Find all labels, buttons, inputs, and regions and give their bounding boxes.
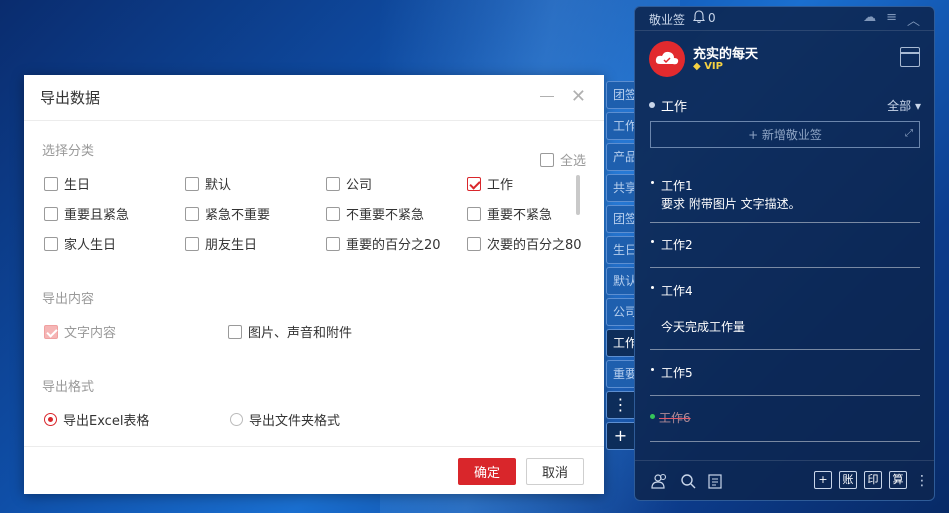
divider: [650, 441, 920, 442]
note-title[interactable]: 工作2: [661, 236, 693, 253]
format-folder-radio[interactable]: 导出文件夹格式: [230, 410, 340, 429]
notification-count: 0: [708, 11, 716, 25]
avatar[interactable]: [649, 41, 685, 77]
more-icon[interactable]: ⋮: [915, 473, 929, 489]
note-body[interactable]: 要求 附带图片 文字描述。: [661, 195, 801, 212]
checked-icon[interactable]: [467, 176, 481, 191]
side-tab-active[interactable]: 工作: [606, 329, 634, 357]
category-checkbox[interactable]: 重要的百分之20: [326, 234, 441, 253]
minimize-icon[interactable]: [540, 96, 554, 97]
calendar-icon[interactable]: [900, 47, 920, 67]
add-tab-button[interactable]: +: [606, 422, 634, 450]
export-dialog: 导出数据 ✕ 选择分类 全选 生日 默认 公司 工作 重要且紧急 紧急不重要 不…: [24, 75, 604, 494]
category-name: 工作: [661, 100, 688, 115]
note-title[interactable]: 工作1: [661, 177, 693, 194]
expand-icon[interactable]: ⤢: [905, 128, 913, 139]
ledger-button[interactable]: 账: [839, 471, 857, 489]
format-excel-radio[interactable]: 导出Excel表格: [44, 410, 149, 429]
bell-icon[interactable]: [692, 10, 706, 27]
side-tab[interactable]: 公司: [606, 298, 634, 326]
note-title[interactable]: 工作4: [661, 282, 693, 299]
panel-toolbar: + 账 印 算 ⋮: [635, 460, 934, 500]
side-tab[interactable]: 共享: [606, 174, 634, 202]
category-scrollbar[interactable]: [576, 175, 580, 215]
categories-label: 选择分类: [42, 144, 95, 159]
bullet-icon: [651, 181, 654, 184]
new-note-button[interactable]: + 新增敬业签 ⤢: [650, 121, 920, 148]
content-label: 导出内容: [42, 292, 95, 307]
notes-list-icon[interactable]: [707, 473, 723, 493]
menu-icon[interactable]: ≡: [886, 10, 897, 29]
cancel-button[interactable]: 取消: [526, 458, 584, 485]
select-all-checkbox[interactable]: 全选: [540, 150, 586, 169]
category-checkbox[interactable]: 紧急不重要: [185, 204, 270, 223]
category-checkbox[interactable]: 工作: [467, 174, 513, 193]
add-note-button[interactable]: +: [814, 471, 832, 489]
category-checkbox[interactable]: 默认: [185, 174, 231, 193]
side-tab[interactable]: 生日: [606, 236, 634, 264]
category-checkbox[interactable]: 重要不紧急: [467, 204, 552, 223]
search-icon[interactable]: [680, 473, 696, 493]
dialog-header: 导出数据 ✕: [24, 75, 604, 121]
diamond-icon: ◆: [693, 61, 701, 72]
app-name: 敬业签: [649, 13, 686, 27]
notes-panel: 敬业签 0 ☁ ≡ ︿ 充实的每天 ◆ VIP 工作 全部 ▾ + 新增敬业签 …: [634, 6, 935, 501]
category-checkbox[interactable]: 不重要不紧急: [326, 204, 424, 223]
checked-icon: [44, 324, 58, 339]
filter-dropdown[interactable]: 全部 ▾: [887, 97, 921, 114]
divider: [650, 395, 920, 396]
username: 充实的每天: [693, 47, 759, 62]
format-label: 导出格式: [42, 380, 95, 395]
collapse-icon[interactable]: ︿: [907, 10, 920, 29]
divider: [650, 349, 920, 350]
user-profile: 充实的每天 ◆ VIP: [649, 41, 929, 79]
category-checkbox[interactable]: 公司: [326, 174, 372, 193]
dialog-footer: 确定 取消: [24, 446, 604, 494]
bullet-icon: [651, 368, 654, 371]
side-tab[interactable]: 团签: [606, 205, 634, 233]
more-icon[interactable]: ⋮: [606, 391, 634, 419]
category-checkbox[interactable]: 生日: [44, 174, 90, 193]
radio-on-icon[interactable]: [44, 413, 57, 426]
panel-controls: ☁ ≡ ︿: [863, 10, 920, 29]
media-checkbox[interactable]: 图片、声音和附件: [228, 322, 352, 341]
side-tab[interactable]: 工作: [606, 112, 634, 140]
print-button[interactable]: 印: [864, 471, 882, 489]
bullet-icon: [651, 286, 654, 289]
calculator-button[interactable]: 算: [889, 471, 907, 489]
category-checkbox[interactable]: 家人生日: [44, 234, 116, 253]
cloud-sync-icon[interactable]: ☁: [863, 10, 876, 29]
category-checkbox[interactable]: 朋友生日: [185, 234, 257, 253]
side-tab[interactable]: 重要: [606, 360, 634, 388]
side-tab[interactable]: 默认: [606, 267, 634, 295]
side-tab[interactable]: 产品: [606, 143, 634, 171]
category-checkbox[interactable]: 次要的百分之80: [467, 234, 582, 253]
text-content-checkbox: 文字内容: [44, 322, 116, 341]
note-title[interactable]: 工作5: [661, 364, 693, 381]
dialog-title: 导出数据: [40, 89, 101, 107]
status-dot-icon: [650, 414, 655, 419]
vip-badge: ◆ VIP: [693, 61, 723, 72]
team-icon[interactable]: [651, 473, 669, 493]
close-icon[interactable]: ✕: [571, 87, 586, 107]
radio-off-icon[interactable]: [230, 413, 243, 426]
ok-button[interactable]: 确定: [458, 458, 516, 485]
divider: [650, 222, 920, 223]
note-title-done[interactable]: 工作6: [659, 409, 691, 426]
category-dot-icon: [649, 102, 655, 108]
side-tab[interactable]: 团签: [606, 81, 634, 109]
panel-titlebar: 敬业签 0 ☁ ≡ ︿: [635, 7, 934, 31]
note-body[interactable]: 今天完成工作量: [661, 318, 745, 335]
checkbox-box[interactable]: [540, 152, 554, 167]
bullet-icon: [651, 240, 654, 243]
divider: [650, 267, 920, 268]
category-checkbox[interactable]: 重要且紧急: [44, 204, 129, 223]
